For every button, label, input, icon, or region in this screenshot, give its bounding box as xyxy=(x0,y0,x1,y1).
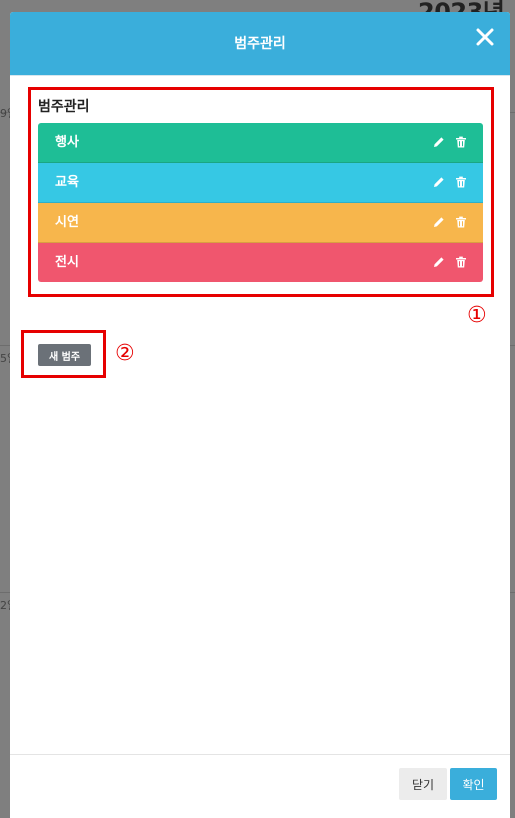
modal-title: 범주관리 xyxy=(234,36,286,52)
annotation-box-1 xyxy=(28,87,494,297)
annotation-box-2 xyxy=(21,330,106,378)
confirm-button[interactable]: 확인 xyxy=(450,768,497,800)
annotation-marker-1: ① xyxy=(467,303,487,328)
modal-footer: 닫기 확인 xyxy=(10,754,510,818)
close-icon[interactable] xyxy=(474,26,496,48)
modal-header: 범주관리 xyxy=(10,12,510,76)
close-button[interactable]: 닫기 xyxy=(399,768,447,800)
annotation-marker-2: ② xyxy=(115,341,135,366)
